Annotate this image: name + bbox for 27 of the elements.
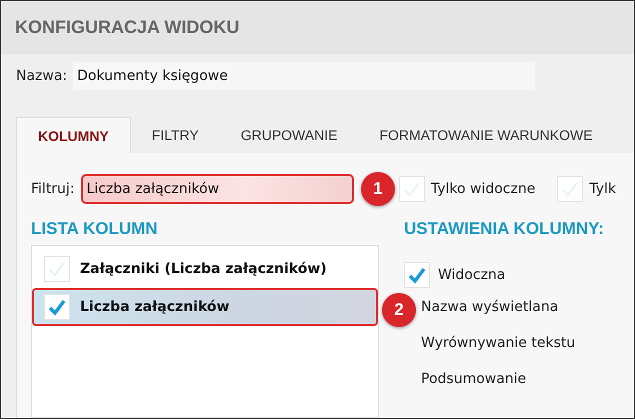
checkbox[interactable] [44, 256, 70, 282]
field-label: Nazwa: [16, 68, 68, 84]
check-icon [47, 297, 67, 317]
window-title: KONFIGURACJA WIDOKU [1, 1, 634, 54]
section-heading: USTAWIENIA KOLUMNY: [404, 219, 604, 240]
filter-field[interactable]: Liczba załączników [80, 174, 354, 204]
checkbox[interactable] [404, 262, 430, 288]
checkbox-label: Widoczna [438, 267, 506, 283]
section-heading: LISTA KOLUMN [31, 219, 159, 240]
field-label: Wyrównywanie tekstu [421, 334, 576, 353]
field-label: Filtruj: [31, 181, 75, 197]
callout-badge: 1 [360, 172, 395, 206]
field-label: Nazwa wyświetlana [421, 298, 560, 317]
tab[interactable]: KOLUMNY [16, 117, 131, 153]
checkbox-label: Tylk [589, 181, 616, 197]
callout-badge: 2 [382, 293, 416, 327]
tab[interactable]: FILTRY [130, 117, 220, 153]
checkbox[interactable] [398, 176, 425, 202]
field-label: Podsumowanie [421, 370, 528, 389]
checkbox[interactable] [557, 176, 584, 202]
check-icon [407, 265, 427, 285]
list-item[interactable]: Załączniki (Liczba załączników) [32, 250, 378, 288]
name-field[interactable]: Dokumenty księgowe [73, 62, 536, 90]
checkbox-label: Tylko widoczne [430, 181, 536, 197]
checkbox[interactable] [44, 294, 70, 320]
tab[interactable]: FORMATOWANIE WARUNKOWE [358, 117, 614, 153]
tab[interactable]: GRUPOWANIE [220, 117, 358, 153]
